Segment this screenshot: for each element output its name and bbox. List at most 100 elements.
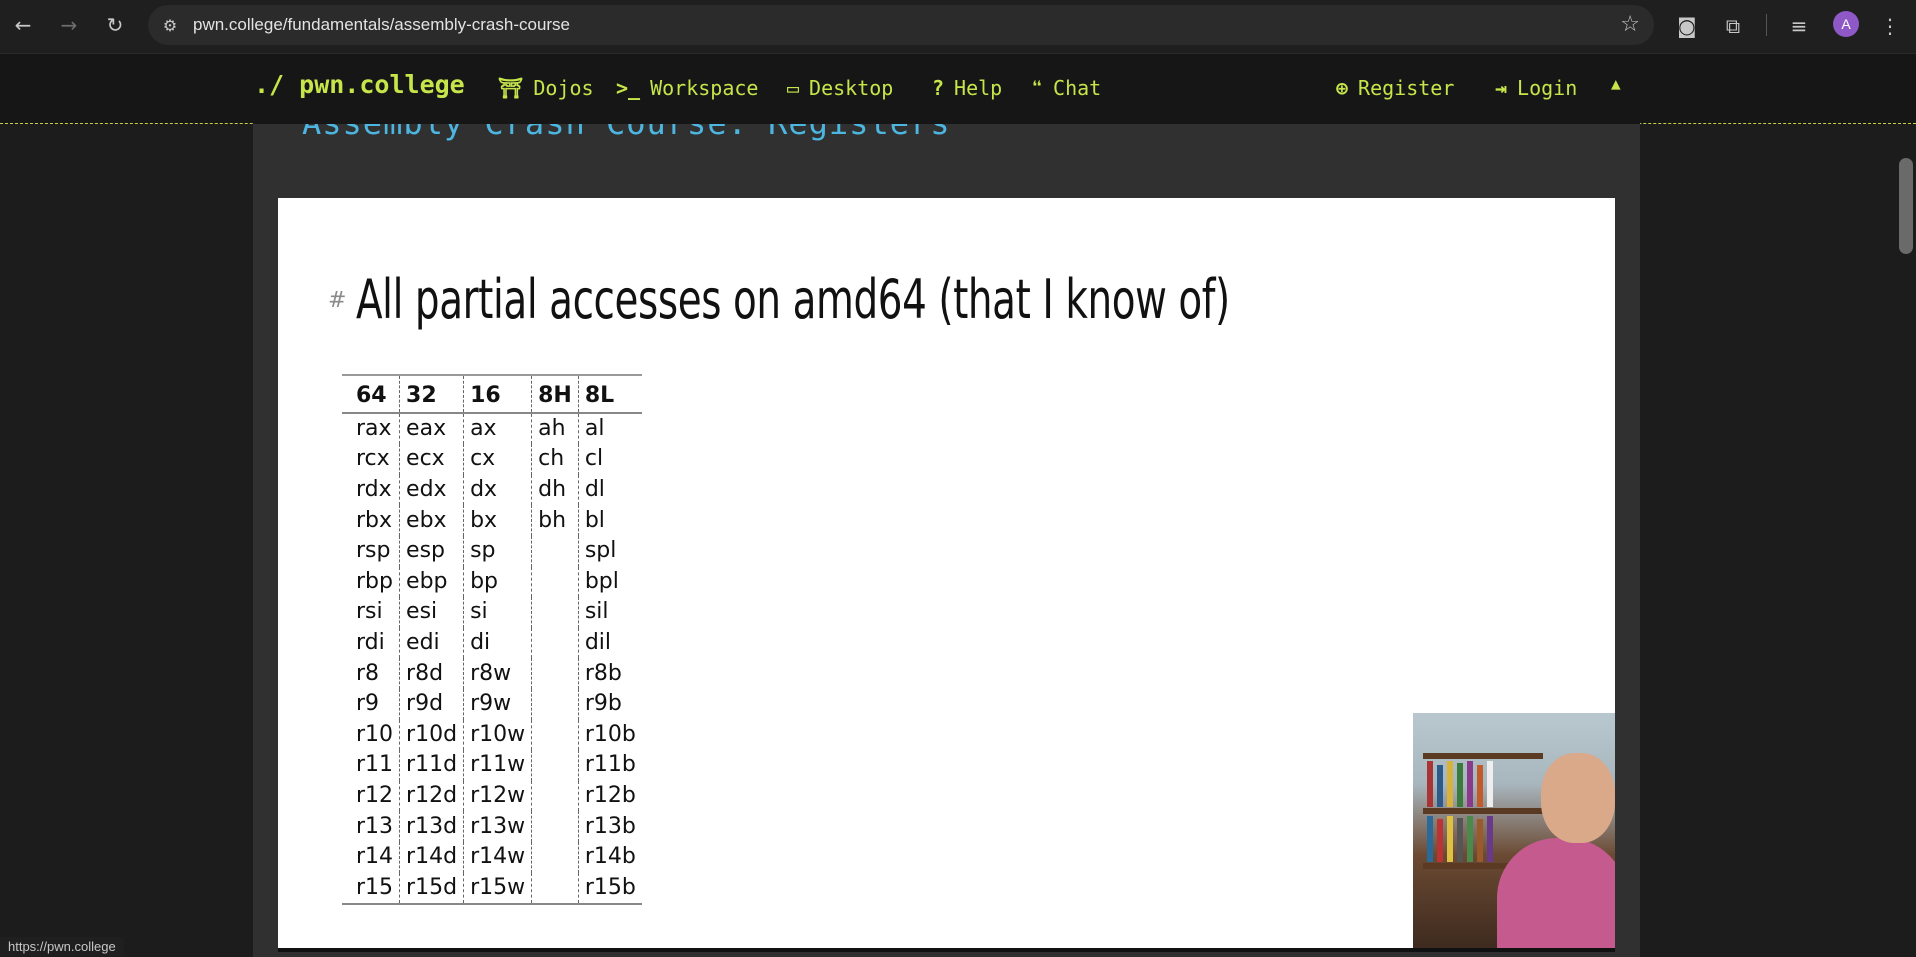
register-cell: r11b [577, 750, 642, 781]
nav-workspace[interactable]: >_ Workspace [616, 76, 758, 100]
register-row: r9 r9d r9w r9b [342, 688, 642, 720]
navbar-collapse-caret-icon[interactable]: ▲ [1611, 74, 1621, 93]
register-row: rbp ebp bp bpl [342, 566, 642, 598]
nav-help[interactable]: ? Help [932, 76, 1002, 100]
extensions-puzzle-icon[interactable]: ⧉ [1719, 12, 1747, 40]
register-row: r13 r13d r13w r13b [342, 811, 642, 842]
nav-chat[interactable]: ❝ Chat [1031, 76, 1101, 100]
terminal-icon: >_ [616, 76, 641, 100]
register-cell: di [463, 627, 532, 659]
register-cell [531, 535, 579, 567]
register-cell: al [577, 412, 642, 445]
reading-list-icon[interactable]: ≡ [1785, 12, 1813, 40]
book [1457, 818, 1463, 862]
register-cell: r14b [577, 841, 642, 873]
url-text[interactable]: pwn.college/fundamentals/assembly-crash-… [193, 15, 570, 35]
register-row: r11 r11d r11w r11b [342, 750, 642, 781]
book [1427, 816, 1433, 862]
register-cell [531, 688, 579, 720]
book [1447, 761, 1453, 807]
register-cell: rdx [356, 477, 392, 503]
register-column-header: 8H [531, 374, 579, 414]
register-row: rcx ecx cx ch cl [342, 444, 642, 475]
instructor-webcam-video[interactable] [1413, 713, 1615, 950]
slide-heading: All partial accesses on amd64 (that I kn… [356, 268, 1230, 331]
book [1477, 765, 1483, 807]
register-cell [531, 872, 579, 906]
register-cell: ax [463, 412, 532, 445]
book [1457, 763, 1463, 807]
register-cell: r11 [356, 752, 394, 778]
monitor-icon: ▭ [787, 76, 800, 100]
torii-icon: ⛩ [498, 76, 524, 100]
book [1467, 761, 1473, 807]
register-cell: eax [399, 412, 464, 445]
nav-workspace-label: Workspace [650, 76, 759, 100]
nav-dojos-label: Dojos [533, 76, 594, 100]
register-cell: ah [531, 412, 579, 445]
register-cell: cx [463, 444, 532, 475]
register-row: rsi esi si sil [342, 597, 642, 628]
register-cell: dil [577, 627, 642, 659]
register-row: rdi edi di dil [342, 627, 642, 659]
toolbar-divider [1766, 14, 1767, 36]
register-cell: r15 [342, 872, 400, 906]
register-row: rdx edx dx dh dl [342, 474, 642, 506]
register-column-header: 8L [577, 374, 642, 414]
site-settings-icon[interactable]: ⚙ [158, 13, 182, 37]
register-column-header: 32 [399, 374, 464, 414]
register-cell: r15d [399, 872, 464, 906]
register-cell: rcx [356, 446, 390, 472]
more-menu-icon[interactable]: ⋮ [1876, 12, 1904, 40]
register-cell: edi [399, 627, 464, 659]
register-cell: ch [531, 444, 579, 475]
register-cell: r10b [577, 719, 642, 751]
register-cell: ebx [399, 505, 464, 536]
register-cell [531, 627, 579, 659]
nav-desktop[interactable]: ▭ Desktop [787, 76, 893, 100]
register-cell: r14 [356, 844, 394, 870]
profile-avatar[interactable]: A [1833, 11, 1859, 37]
chat-icon: ❝ [1031, 76, 1044, 100]
register-row: rbx ebx bx bh bl [342, 505, 642, 536]
register-cell: r12d [399, 780, 464, 812]
register-cell: r8w [463, 658, 532, 689]
register-cell: dh [531, 474, 579, 506]
bookmark-star-icon[interactable]: ☆ [1620, 12, 1640, 37]
address-bar[interactable]: ⚙ pwn.college/fundamentals/assembly-cras… [148, 5, 1654, 45]
book [1487, 761, 1493, 807]
reload-icon[interactable]: ↻ [100, 10, 130, 40]
register-cell: esp [399, 535, 464, 567]
register-cell: rax [356, 415, 392, 441]
register-cell: r13w [463, 811, 532, 842]
back-arrow-icon[interactable]: ← [8, 10, 38, 40]
register-cell: rdi [356, 630, 385, 656]
book [1467, 816, 1473, 862]
register-cell [531, 750, 579, 781]
register-cell: r15w [463, 872, 532, 906]
register-cell [531, 597, 579, 628]
register-cell: cl [577, 444, 642, 475]
register-cell: bpl [577, 566, 642, 598]
register-cell: bp [463, 566, 532, 598]
register-cell: r10w [463, 719, 532, 751]
register-cell: rsp [356, 538, 391, 564]
forward-arrow-icon[interactable]: → [54, 10, 84, 40]
register-cell: rbx [356, 507, 393, 533]
register-cell: r10 [356, 721, 394, 747]
register-row: r14 r14d r14w r14b [342, 841, 642, 873]
nav-register-label: Register [1358, 76, 1455, 100]
register-cell: sp [463, 535, 532, 567]
register-cell: esi [399, 597, 464, 628]
nav-dojos[interactable]: ⛩ Dojos [498, 76, 594, 100]
page-scrollbar-thumb[interactable] [1899, 158, 1913, 254]
incognito-glasses-icon[interactable]: ◙ [1673, 12, 1701, 40]
register-cell: r13 [356, 813, 394, 839]
nav-register[interactable]: ⊕ Register [1336, 76, 1454, 100]
nav-chat-label: Chat [1053, 76, 1102, 100]
sign-in-icon: ⇥ [1495, 76, 1508, 100]
register-cell: r13b [577, 811, 642, 842]
brand-logo[interactable]: ./ pwn.college [254, 70, 465, 99]
heading-anchor: # [328, 288, 347, 313]
nav-login[interactable]: ⇥ Login [1495, 76, 1577, 100]
